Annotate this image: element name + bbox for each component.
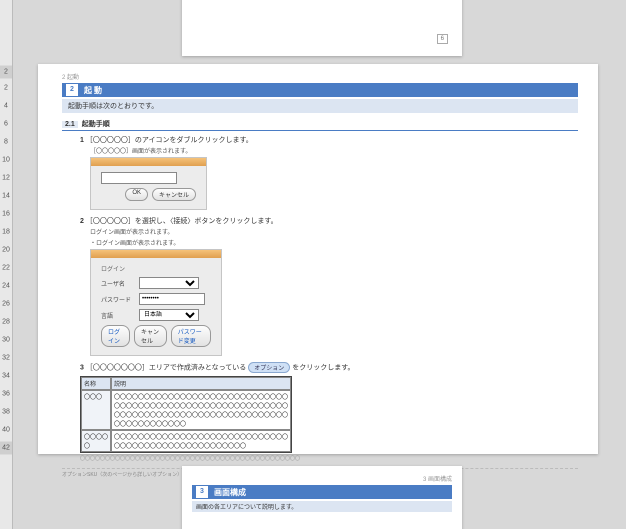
chapter-title: 画面構成 (214, 487, 246, 498)
running-header: 2 起動 (62, 72, 578, 81)
chapter-number: 3 (196, 486, 208, 498)
pwchange-button: パスワード変更 (171, 325, 211, 347)
login-button: ログイン (101, 325, 130, 347)
step-3: 3 ［〇〇〇〇〇〇〇］エリアで作成済みとなっている オプション をクリックします… (80, 362, 578, 462)
section-heading: 2.1 起動手順 (62, 119, 578, 131)
cancel-button: キャンセル (134, 325, 167, 347)
chapter-intro: 画面の各エリアについて説明します。 (192, 501, 452, 512)
layout-workspace: 2 2 4 6 8 10 12 14 16 18 20 22 24 26 28 … (0, 0, 626, 529)
option-tag: オプション (248, 362, 290, 373)
chapter-intro: 起動手順は次のとおりです。 (62, 99, 578, 113)
password-input (139, 293, 205, 305)
chapter-banner: 2 起動 (62, 83, 578, 97)
page-current[interactable]: 2 起動 2 起動 起動手順は次のとおりです。 2.1 起動手順 1 ［〇〇〇〇… (38, 64, 598, 454)
page-number: 6 (437, 34, 448, 44)
ruler-tick: 2 (0, 66, 12, 79)
username-select (139, 277, 199, 289)
chapter-number: 2 (66, 84, 78, 96)
step-2: 2 ［〇〇〇〇〇］を選択し、〈接続〉ボタンをクリックします。 ログイン画面が表示… (80, 216, 578, 356)
table-header-name: 名称 (81, 377, 111, 390)
page-previous[interactable]: 6 (182, 0, 462, 56)
reference-table: 名称 説明 〇〇〇 〇〇〇〇〇〇〇〇〇〇〇〇〇〇〇〇〇〇〇〇〇〇〇〇〇〇〇〇〇〇… (80, 376, 292, 453)
language-select: 日本語 (139, 309, 199, 321)
screenshot-1: OK キャンセル (90, 157, 207, 210)
page-canvas[interactable]: 6 2 起動 2 起動 起動手順は次のとおりです。 2.1 起動手順 1 ［〇 (12, 0, 626, 529)
ok-button: OK (125, 188, 148, 201)
section-title: 起動手順 (82, 119, 110, 129)
sample-input (101, 172, 177, 184)
cancel-button: キャンセル (152, 188, 196, 201)
section-number: 2.1 (62, 121, 78, 128)
screenshot-login: ログイン ユーザ名 パスワード 言語日本語 ログイン キャンセル パスワード変更 (90, 249, 222, 356)
running-header: 3 画面構成 (192, 474, 452, 483)
page-next[interactable]: 3 画面構成 3 画面構成 画面の各エリアについて説明します。 (182, 466, 462, 529)
step-1: 1 ［〇〇〇〇〇］のアイコンをダブルクリックします。 ［〇〇〇〇〇］画面が表示さ… (80, 135, 578, 210)
table-header-desc: 説明 (111, 377, 291, 390)
chapter-title: 起動 (84, 85, 104, 96)
